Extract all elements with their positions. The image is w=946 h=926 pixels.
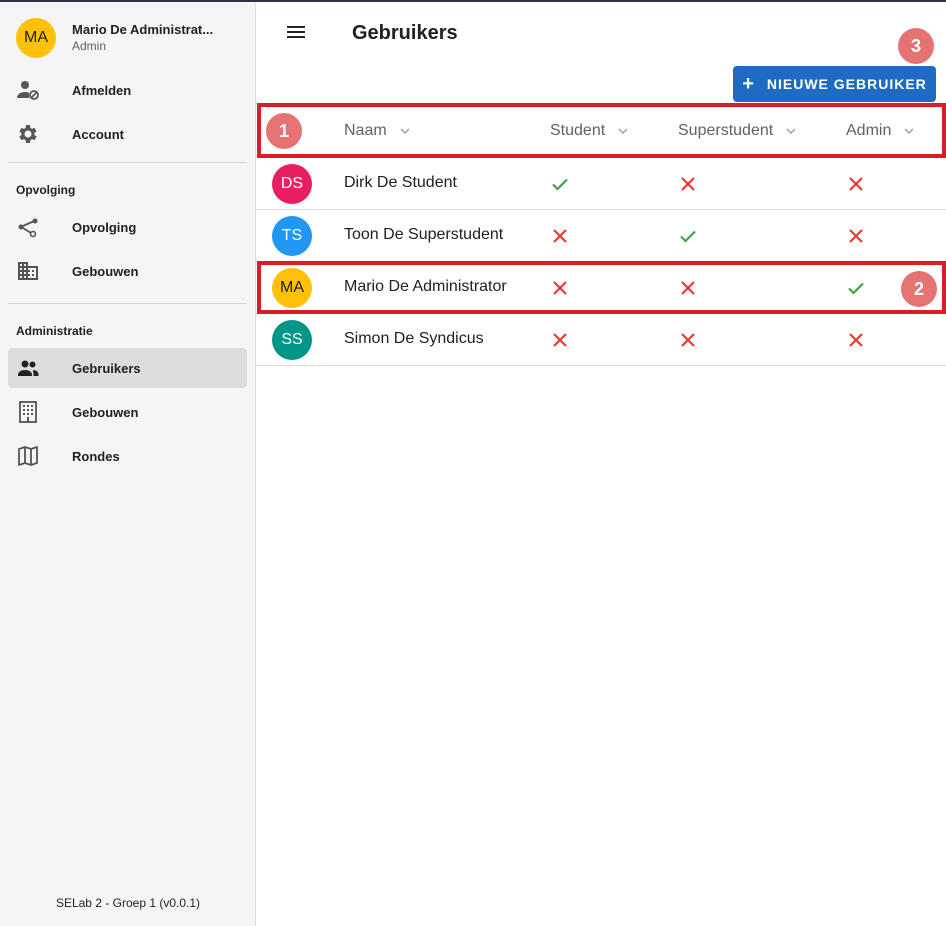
highlight-box-row	[257, 261, 946, 314]
sidebar-item-opvolging[interactable]: Opvolging	[8, 207, 247, 247]
map-icon	[16, 444, 40, 468]
annotation-badge-3: 3	[898, 28, 934, 64]
hamburger-icon	[286, 24, 306, 45]
sidebar-item-label: Gebouwen	[72, 263, 139, 279]
menu-button[interactable]	[280, 20, 312, 48]
people-icon	[16, 356, 40, 380]
close-icon	[844, 172, 868, 196]
sidebar-item-label: Account	[72, 126, 124, 142]
section-title-opvolging: Opvolging	[16, 183, 76, 197]
avatar: TS	[272, 216, 312, 256]
highlight-box-header	[257, 103, 946, 158]
page-title: Gebruikers	[352, 22, 458, 44]
sidebar-item-label: Gebouwen	[72, 404, 139, 420]
sidebar-item-gebouwen-admin[interactable]: Gebouwen	[8, 392, 247, 432]
sidebar-item-account[interactable]: Account	[8, 114, 247, 154]
version-footer: SELab 2 - Groep 1 (v0.0.1)	[55, 896, 201, 910]
sidebar-item-label: Opvolging	[72, 219, 137, 235]
section-title-administratie: Administratie	[16, 324, 93, 338]
user-name-cell: Simon De Syndicus	[344, 330, 484, 347]
user-name: Mario De Administrat...	[72, 22, 214, 37]
sidebar-item-afmelden[interactable]: Afmelden	[8, 70, 247, 110]
avatar: SS	[272, 320, 312, 360]
sidebar-item-gebouwen-opvolging[interactable]: Gebouwen	[8, 251, 247, 291]
close-icon	[676, 172, 700, 196]
divider	[8, 162, 247, 163]
table-row[interactable]: DS Dirk De Student	[256, 158, 946, 210]
sidebar-item-label: Afmelden	[72, 82, 132, 98]
avatar: MA	[16, 18, 56, 58]
table-row[interactable]: SS Simon De Syndicus	[256, 314, 946, 366]
divider	[8, 303, 247, 304]
user-name-cell: Dirk De Student	[344, 174, 457, 191]
close-icon	[844, 224, 868, 248]
user-profile[interactable]: MA Mario De Administrat... Admin	[16, 18, 242, 58]
avatar: DS	[272, 164, 312, 204]
check-icon	[548, 172, 572, 196]
annotation-badge-1: 1	[266, 113, 302, 149]
new-user-button-label: NIEUWE GEBRUIKER	[766, 76, 927, 92]
user-role: Admin	[72, 39, 107, 53]
sidebar-item-label: Gebruikers	[72, 360, 141, 376]
close-icon	[676, 328, 700, 352]
sidebar: MA Mario De Administrat... Admin Afmelde…	[0, 2, 256, 926]
check-icon	[676, 224, 700, 248]
annotation-badge-2: 2	[901, 271, 937, 307]
close-icon	[548, 224, 572, 248]
plus-icon: +	[742, 73, 755, 95]
close-icon	[844, 328, 868, 352]
table-row[interactable]: TS Toon De Superstudent	[256, 210, 946, 262]
close-icon	[548, 328, 572, 352]
building-icon	[16, 259, 40, 283]
new-user-button[interactable]: + NIEUWE GEBRUIKER	[733, 66, 936, 102]
office-building-icon	[16, 400, 40, 424]
sidebar-item-gebruikers[interactable]: Gebruikers	[8, 348, 247, 388]
sidebar-item-label: Rondes	[72, 448, 120, 464]
sidebar-item-rondes[interactable]: Rondes	[8, 436, 247, 476]
route-icon	[16, 215, 40, 239]
user-name-cell: Toon De Superstudent	[344, 226, 504, 243]
person-off-icon	[16, 78, 40, 102]
gear-icon	[16, 122, 40, 146]
